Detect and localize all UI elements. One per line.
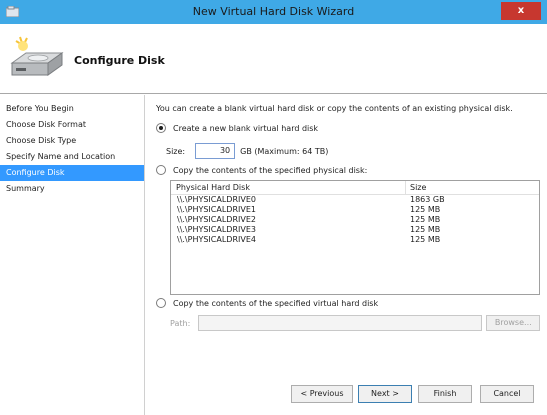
close-button[interactable]: x [501,2,541,20]
previous-button[interactable]: < Previous [291,385,353,403]
copy-virtual-disk-radio[interactable] [156,298,166,308]
disk-name: \\.\PHYSICALDRIVE0 [177,195,257,204]
step-before-you-begin[interactable]: Before You Begin [0,101,144,117]
finish-button[interactable]: Finish [418,385,472,403]
step-summary[interactable]: Summary [0,181,144,197]
table-row[interactable]: \\.\PHYSICALDRIVE0 1863 GB [171,195,539,205]
disk-size: 125 MB [410,215,441,224]
new-blank-disk-label: Create a new blank virtual hard disk [173,123,319,133]
table-row[interactable]: \\.\PHYSICALDRIVE4 125 MB [171,235,539,245]
intro-text: You can create a blank virtual hard disk… [156,104,513,113]
table-header: Physical Hard Disk Size [171,181,539,195]
option-copy-virtual-disk[interactable]: Copy the contents of the specified virtu… [156,298,378,308]
new-blank-disk-radio[interactable] [156,123,166,133]
disk-size: 1863 GB [410,195,445,204]
disk-name: \\.\PHYSICALDRIVE3 [177,225,257,234]
size-row: Size: 30 GB (Maximum: 64 TB) [166,143,328,159]
physical-disk-table[interactable]: Physical Hard Disk Size \\.\PHYSICALDRIV… [170,180,540,295]
disk-size: 125 MB [410,225,441,234]
next-button[interactable]: Next > [358,385,412,403]
option-new-blank-disk[interactable]: Create a new blank virtual hard disk [156,123,318,133]
step-specify-name-location[interactable]: Specify Name and Location [0,149,144,165]
window-title: New Virtual Hard Disk Wizard [192,5,355,18]
copy-physical-disk-label: Copy the contents of the specified physi… [173,165,368,175]
copy-physical-disk-radio[interactable] [156,165,166,175]
table-row[interactable]: \\.\PHYSICALDRIVE2 125 MB [171,215,539,225]
title-bar: New Virtual Hard Disk Wizard x [0,0,547,24]
disk-name: \\.\PHYSICALDRIVE4 [177,235,257,244]
copy-virtual-disk-label: Copy the contents of the specified virtu… [173,298,379,308]
disk-name: \\.\PHYSICALDRIVE2 [177,215,257,224]
column-header-physical-hard-disk[interactable]: Physical Hard Disk [171,181,406,194]
step-choose-disk-type[interactable]: Choose Disk Type [0,133,144,149]
step-configure-disk[interactable]: Configure Disk [0,165,144,181]
table-row[interactable]: \\.\PHYSICALDRIVE1 125 MB [171,205,539,215]
page-title: Configure Disk [74,54,165,67]
column-header-size[interactable]: Size [406,181,426,194]
configure-disk-panel: You can create a blank virtual hard disk… [146,95,547,415]
disk-name: \\.\PHYSICALDRIVE1 [177,205,257,214]
cancel-button[interactable]: Cancel [480,385,534,403]
size-suffix: GB (Maximum: 64 TB) [240,146,329,156]
path-input[interactable] [198,315,483,331]
table-row[interactable]: \\.\PHYSICALDRIVE3 125 MB [171,225,539,235]
disk-size: 125 MB [410,205,441,214]
option-copy-physical-disk[interactable]: Copy the contents of the specified physi… [156,165,367,175]
wizard-steps-sidebar: Before You Begin Choose Disk Format Choo… [0,95,145,415]
path-row: Path: Browse... [170,315,541,331]
wizard-header: Configure Disk [0,24,547,94]
hard-disk-icon [10,36,64,76]
size-input[interactable]: 30 [195,143,236,159]
step-choose-disk-format[interactable]: Choose Disk Format [0,117,144,133]
path-label: Path: [170,318,191,328]
size-label: Size: [166,146,186,156]
disk-size: 125 MB [410,235,441,244]
browse-button[interactable]: Browse... [486,315,541,331]
